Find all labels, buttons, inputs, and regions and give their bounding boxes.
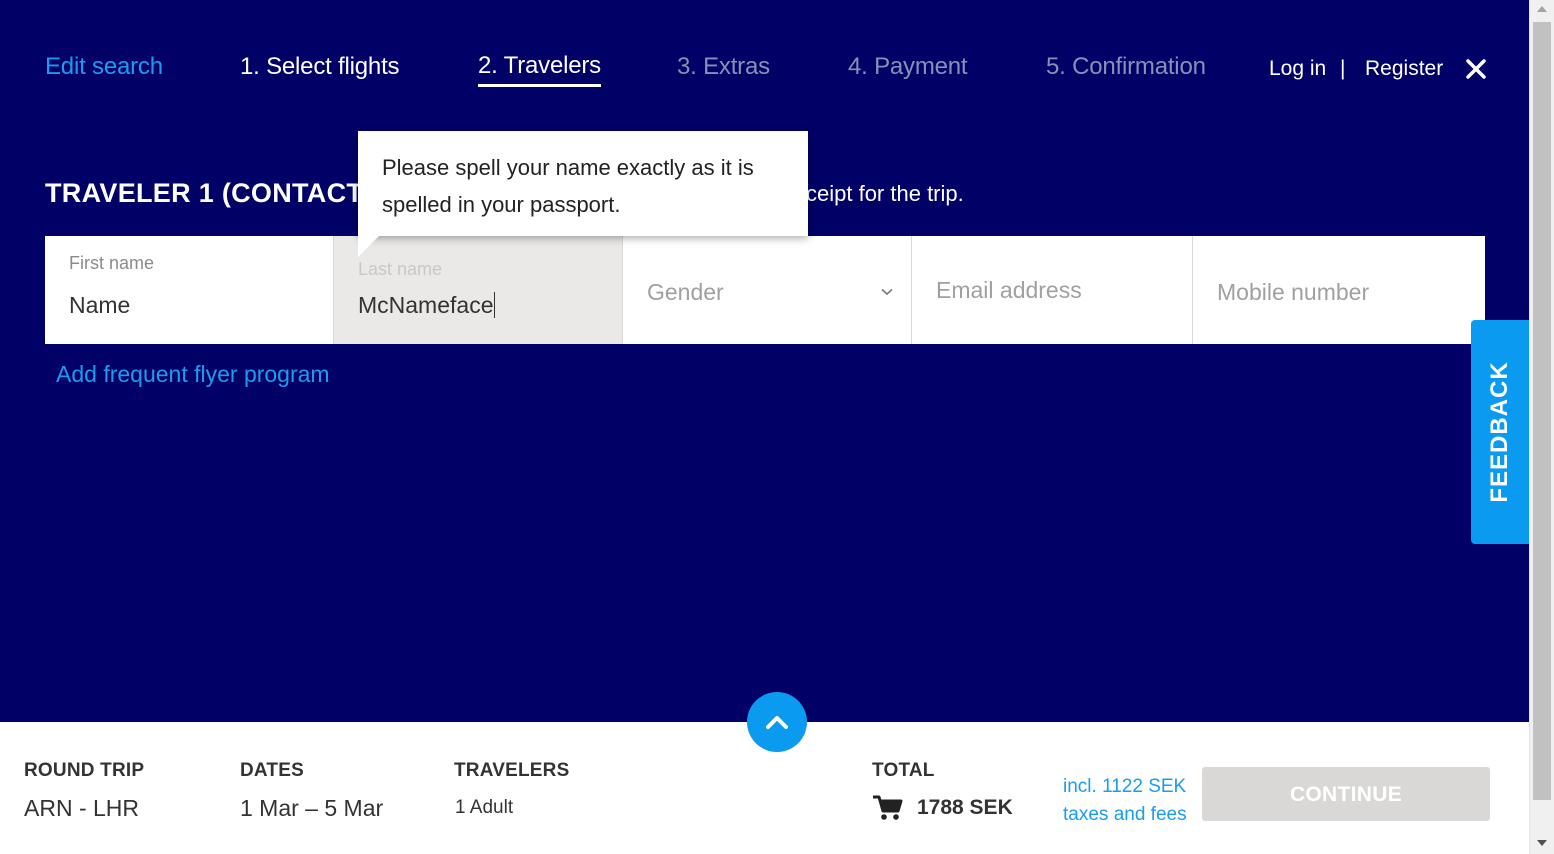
first-name-label: First name bbox=[69, 253, 155, 273]
passport-name-tooltip: Please spell your name exactly as it is … bbox=[358, 131, 808, 236]
last-name-value: McNameface bbox=[358, 292, 494, 318]
chevron-down-icon bbox=[881, 288, 893, 296]
gender-placeholder: Gender bbox=[647, 279, 724, 305]
last-name-label: Last name bbox=[358, 259, 443, 279]
close-icon[interactable] bbox=[1465, 58, 1487, 80]
continue-button[interactable]: CONTINUE bbox=[1202, 767, 1490, 821]
traveler-heading: TRAVELER 1 (CONTACT bbox=[45, 178, 364, 208]
first-name-value[interactable]: Name bbox=[69, 292, 130, 319]
register-link[interactable]: Register bbox=[1365, 56, 1443, 82]
expand-summary-button[interactable] bbox=[747, 692, 807, 752]
tooltip-tail bbox=[358, 235, 380, 257]
travelers-value: 1 Adult bbox=[455, 797, 514, 818]
traveler-form: First name Name Last name McNameface Gen… bbox=[45, 236, 1485, 344]
traveler-description: ceipt for the trip. bbox=[806, 181, 964, 206]
mobile-field[interactable]: Mobile number bbox=[1193, 236, 1485, 344]
route-value: ARN - LHR bbox=[24, 795, 140, 821]
scrollbar[interactable] bbox=[1529, 0, 1554, 854]
dates-label: DATES bbox=[240, 760, 304, 781]
chevron-up-icon bbox=[766, 716, 788, 729]
trip-type-label: ROUND TRIP bbox=[24, 760, 145, 781]
text-caret bbox=[494, 292, 496, 318]
booking-panel: Edit search 1. Select flights 2. Travele… bbox=[0, 0, 1529, 722]
scroll-thumb[interactable] bbox=[1533, 22, 1551, 800]
step-extras: 3. Extras bbox=[677, 53, 770, 80]
edit-search-link[interactable]: Edit search bbox=[45, 52, 163, 82]
taxes-fees-link[interactable]: incl. 1122 SEK taxes and fees bbox=[1063, 773, 1187, 829]
dates-value: 1 Mar – 5 Mar bbox=[240, 795, 384, 821]
travelers-label: TRAVELERS bbox=[454, 760, 570, 781]
step-confirmation: 5. Confirmation bbox=[1046, 53, 1206, 80]
step-payment: 4. Payment bbox=[848, 53, 968, 80]
total-label: TOTAL bbox=[872, 760, 935, 781]
header-separator: | bbox=[1340, 57, 1346, 80]
cart-icon bbox=[873, 795, 903, 820]
gender-select[interactable]: Gender bbox=[623, 236, 912, 344]
step-travelers: 2. Travelers bbox=[478, 51, 601, 87]
taxes-line-1: incl. 1122 SEK bbox=[1063, 776, 1187, 797]
last-name-input[interactable]: McNameface bbox=[358, 292, 496, 319]
add-frequent-flyer-link[interactable]: Add frequent flyer program bbox=[56, 361, 330, 388]
feedback-label: FEEDBACK bbox=[1486, 361, 1513, 503]
total-value: 1788 SEK bbox=[917, 796, 1013, 819]
scroll-up-arrow-icon[interactable] bbox=[1537, 6, 1547, 12]
log-in-link[interactable]: Log in bbox=[1269, 56, 1326, 82]
step-select-flights[interactable]: 1. Select flights bbox=[240, 52, 400, 82]
mobile-placeholder: Mobile number bbox=[1217, 279, 1370, 305]
scroll-down-arrow-icon[interactable] bbox=[1537, 840, 1547, 846]
first-name-field[interactable]: First name Name bbox=[45, 236, 334, 344]
email-placeholder: Email address bbox=[936, 277, 1082, 303]
email-field[interactable]: Email address bbox=[912, 236, 1193, 344]
taxes-line-2: taxes and fees bbox=[1063, 804, 1187, 825]
feedback-tab[interactable]: FEEDBACK bbox=[1471, 320, 1529, 544]
